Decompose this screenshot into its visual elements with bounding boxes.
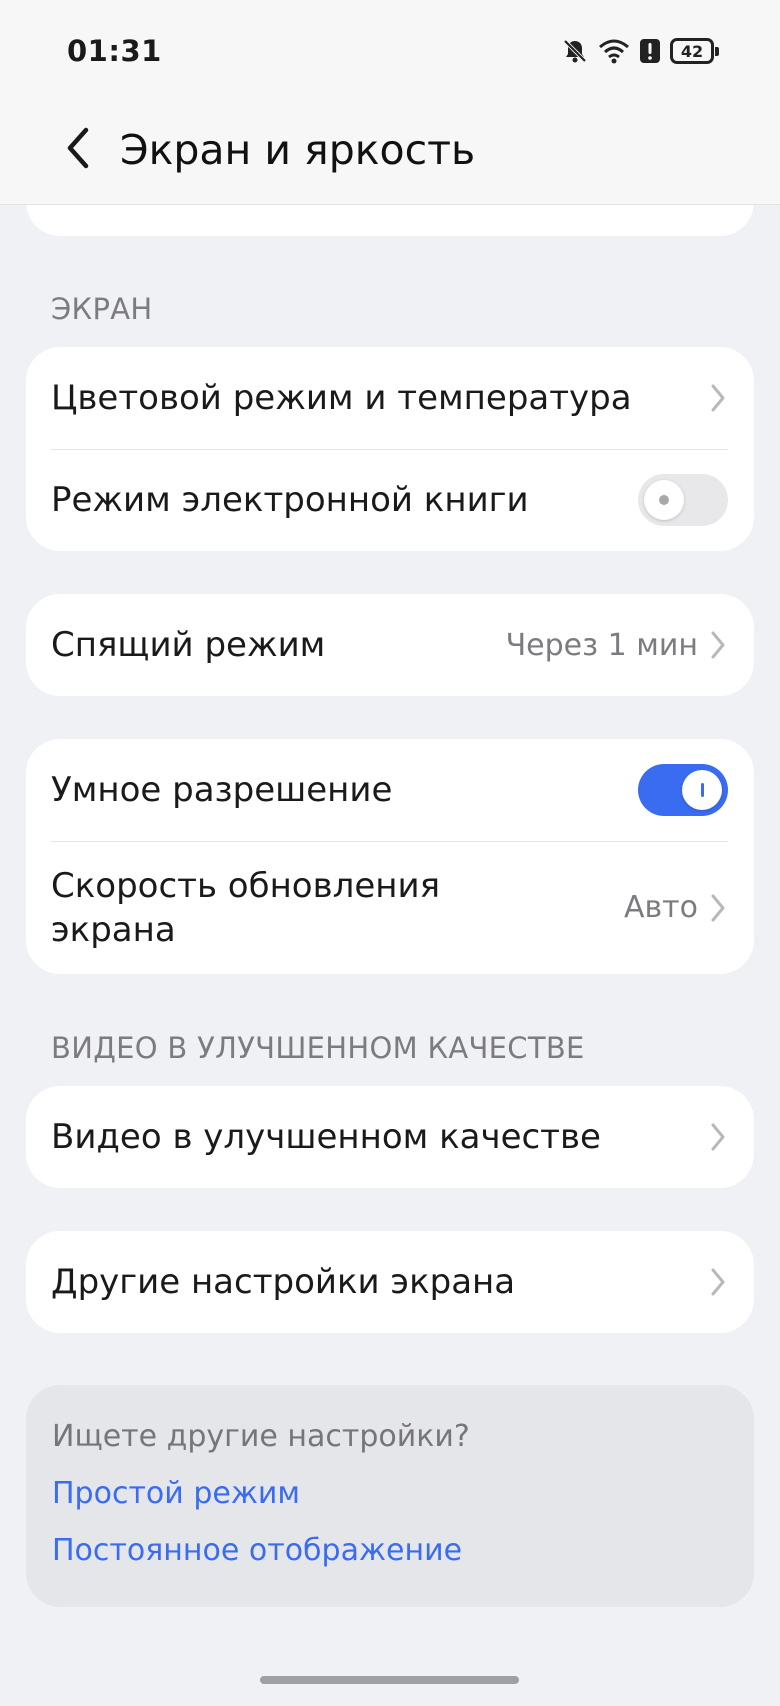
suggestions-title: Ищете другие настройки?: [52, 1419, 470, 1454]
sleep-card: Спящий режим Через 1 мин: [26, 594, 754, 696]
home-indicator[interactable]: [260, 1676, 519, 1684]
wifi-icon: [598, 37, 630, 65]
other-settings-item[interactable]: Другие настройки экрана: [26, 1231, 754, 1333]
always-on-display-link[interactable]: Постоянное отображение: [52, 1533, 462, 1568]
back-button[interactable]: [52, 120, 104, 180]
other-settings-card: Другие настройки экрана: [26, 1231, 754, 1333]
sleep-label: Спящий режим: [51, 625, 326, 665]
refresh-rate-label: Скорость обновления экрана: [51, 864, 624, 952]
screen: 01:31 42 Экран и яркость ЭКРАН Цветовой …: [0, 0, 780, 1706]
color-mode-item[interactable]: Цветовой режим и температура: [26, 347, 754, 449]
enhanced-video-label: Видео в улучшенном качестве: [51, 1117, 601, 1157]
app-header: Экран и яркость: [0, 100, 780, 205]
color-mode-label: Цветовой режим и температура: [51, 378, 632, 418]
bell-off-icon: [561, 37, 589, 65]
chevron-left-icon: [65, 127, 91, 173]
simple-mode-link[interactable]: Простой режим: [52, 1476, 300, 1511]
suggestions-card: Ищете другие настройки? Простой режим По…: [26, 1385, 754, 1607]
screen-settings-card: Цветовой режим и температура Режим элект…: [26, 347, 754, 551]
smart-resolution-item: Умное разрешение: [26, 739, 754, 841]
chevron-right-icon: [708, 1120, 728, 1154]
smart-resolution-label: Умное разрешение: [51, 770, 393, 810]
smart-resolution-toggle[interactable]: [638, 764, 728, 816]
refresh-rate-value: Авто: [623, 890, 698, 925]
page-title: Экран и яркость: [120, 126, 476, 174]
chevron-right-icon: [708, 1265, 728, 1299]
ebook-mode-label: Режим электронной книги: [51, 480, 529, 520]
sleep-item[interactable]: Спящий режим Через 1 мин: [26, 594, 754, 696]
alert-icon: [639, 37, 661, 65]
status-bar: 01:31 42: [0, 0, 780, 100]
chevron-right-icon: [708, 381, 728, 415]
refresh-rate-label-line2: экрана: [51, 909, 176, 950]
ebook-mode-toggle[interactable]: [638, 474, 728, 526]
status-time: 01:31: [67, 34, 162, 68]
video-card: Видео в улучшенном качестве: [26, 1086, 754, 1188]
toggle-knob: [644, 480, 684, 520]
status-icons: 42: [561, 34, 719, 68]
refresh-rate-item[interactable]: Скорость обновления экрана Авто: [26, 841, 754, 974]
battery-icon: 42: [670, 38, 719, 64]
sleep-value: Через 1 мин: [505, 627, 698, 663]
section-title-screen: ЭКРАН: [51, 292, 153, 326]
refresh-rate-label-line1: Скорость обновления: [51, 865, 441, 906]
chevron-right-icon: [708, 628, 728, 662]
toggle-knob: [682, 770, 722, 810]
section-title-video: ВИДЕО В УЛУЧШЕННОМ КАЧЕСТВЕ: [51, 1031, 585, 1065]
chevron-right-icon: [708, 891, 728, 925]
ebook-mode-item: Режим электронной книги: [26, 449, 754, 551]
resolution-card: Умное разрешение Скорость обновления экр…: [26, 739, 754, 974]
other-settings-label: Другие настройки экрана: [51, 1262, 516, 1302]
enhanced-video-item[interactable]: Видео в улучшенном качестве: [26, 1086, 754, 1188]
